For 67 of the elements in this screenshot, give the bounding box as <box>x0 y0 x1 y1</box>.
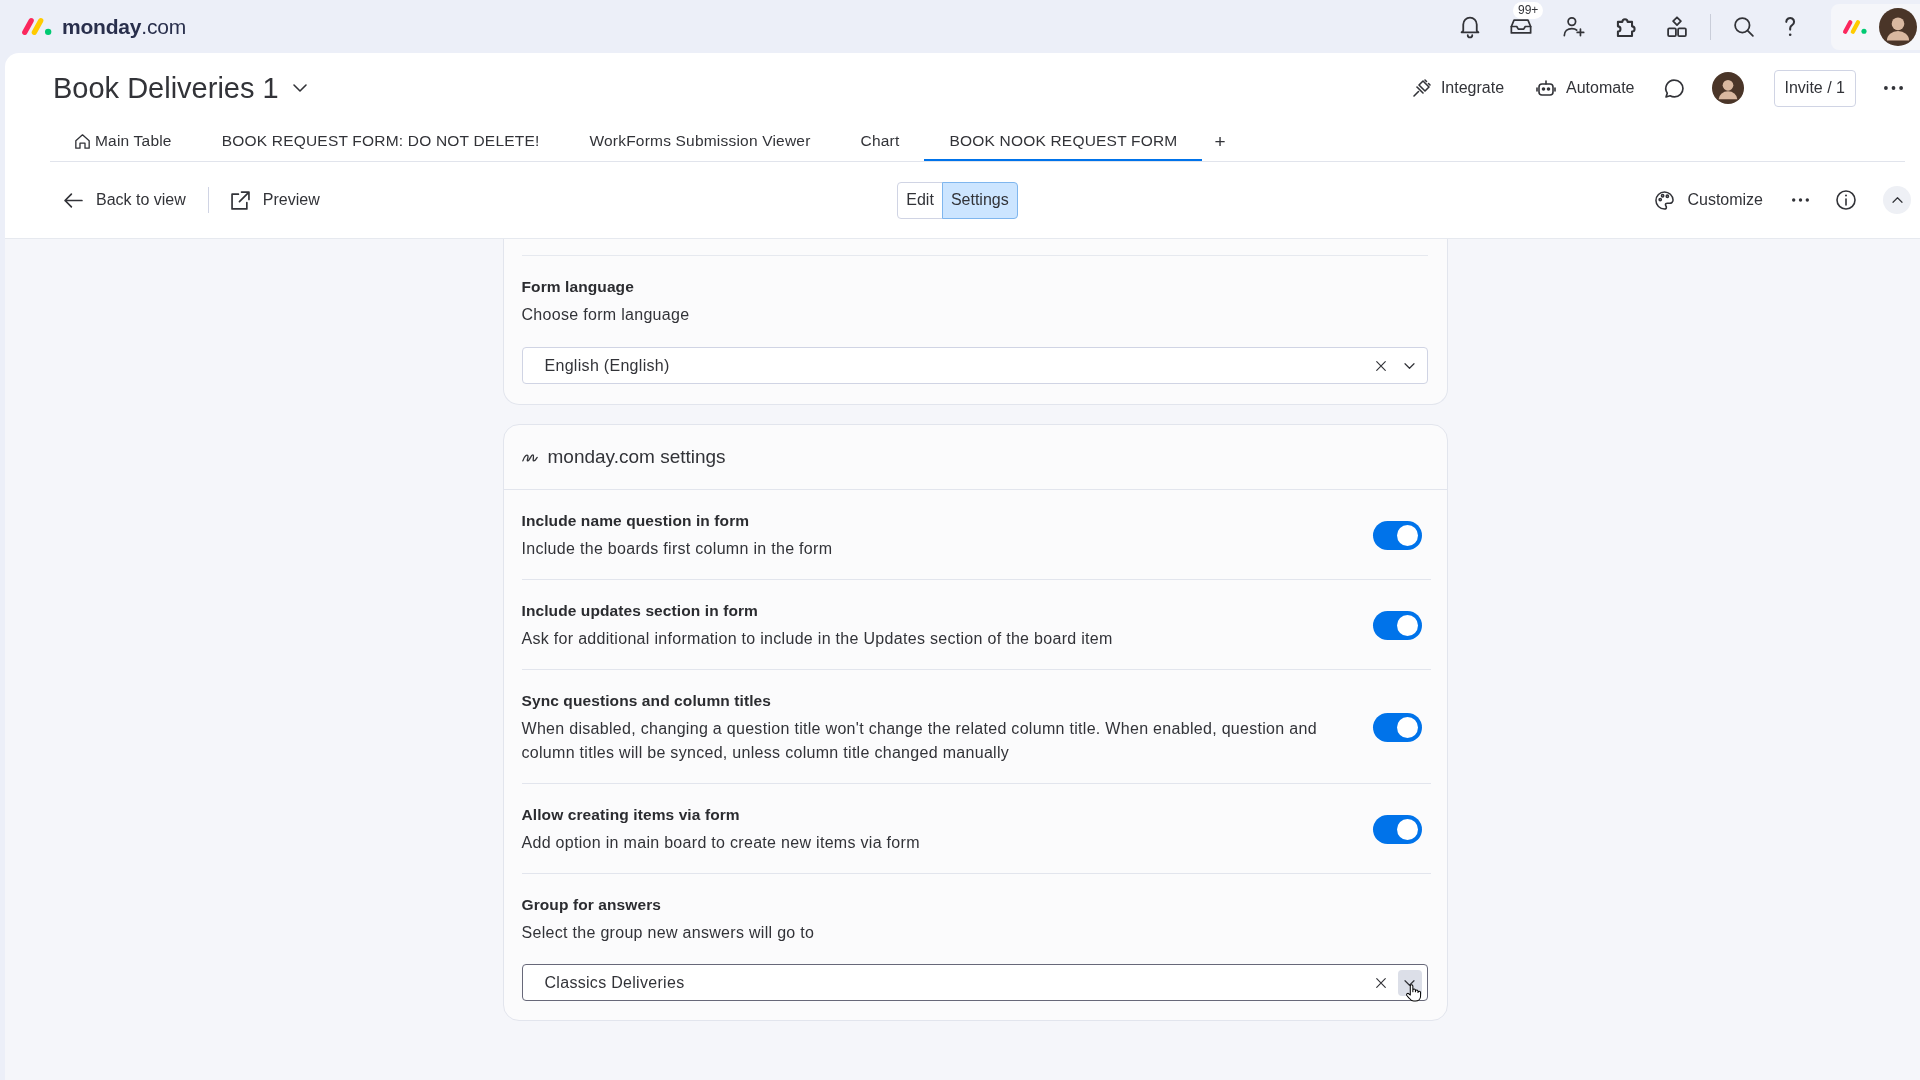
clear-icon[interactable] <box>1375 360 1386 371</box>
shapes-icon[interactable] <box>1667 15 1687 38</box>
bell-icon[interactable] <box>1461 15 1479 38</box>
info-icon[interactable] <box>1836 190 1856 210</box>
toggle-switch[interactable] <box>1372 611 1422 640</box>
inbox-icon[interactable] <box>1510 19 1532 34</box>
group-select[interactable]: Classics Deliveries <box>521 964 1428 1001</box>
external-link-icon <box>230 190 250 210</box>
back-button[interactable]: Back to view <box>62 191 188 209</box>
setting-description: Choose form language <box>521 305 691 325</box>
setting-description: Include the boards first column in the form <box>521 539 834 559</box>
loops-icon <box>521 452 538 462</box>
toggle-switch[interactable] <box>1372 521 1422 550</box>
search-icon[interactable] <box>1734 16 1754 37</box>
board-title[interactable]: Book Deliveries 1 <box>53 71 279 105</box>
robot-icon <box>1536 80 1557 96</box>
setting-title: Allow creating items via form <box>521 805 741 825</box>
help-icon[interactable] <box>1785 16 1796 37</box>
setting-description: Add option in main board to create new items via form <box>521 833 921 853</box>
chevron-down-icon <box>1404 362 1415 369</box>
clear-icon[interactable] <box>1375 977 1386 988</box>
setting-title: Include updates section in form <box>521 601 759 621</box>
integrate-button[interactable]: Integrate <box>1410 79 1507 97</box>
view-tab[interactable]: WorkForms Submission Viewer <box>564 123 836 161</box>
user-avatar[interactable] <box>1711 72 1744 104</box>
view-tab[interactable]: BOOK NOOK REQUEST FORM <box>924 123 1203 161</box>
add-person-icon[interactable] <box>1563 16 1585 37</box>
setting-title: Include name question in form <box>521 511 751 531</box>
language-select[interactable]: English (English) <box>521 347 1428 384</box>
logo-text[interactable]: monday.com <box>62 14 187 39</box>
setting-title: Group for answers <box>521 895 662 915</box>
setting-title: Form language <box>521 277 635 297</box>
puzzle-icon[interactable] <box>1616 16 1636 37</box>
chevron-down-icon <box>1404 979 1415 986</box>
customize-button[interactable]: Customize <box>1653 190 1765 210</box>
home-icon <box>75 133 90 149</box>
chevron-down-icon[interactable] <box>292 84 307 92</box>
hand-cursor-icon <box>1405 984 1421 1002</box>
toggle-switch[interactable] <box>1372 815 1422 844</box>
more-icon[interactable] <box>1884 86 1903 90</box>
setting-title: Sync questions and column titles <box>521 691 773 711</box>
toggle-switch[interactable] <box>1372 713 1422 742</box>
automate-button[interactable]: Automate <box>1534 79 1637 97</box>
add-view-button[interactable]: + <box>1202 123 1238 161</box>
palette-icon <box>1655 190 1675 210</box>
setting-description: When disabled, changing a question title won't change the related column title. When enabled, question and column titles will be synced, unless column title changed manually <box>521 719 1318 763</box>
speech-bubble-icon[interactable] <box>1664 78 1684 98</box>
account-button[interactable] <box>1831 3 1920 50</box>
section-title: monday.com settings <box>547 446 726 468</box>
view-tab[interactable]: BOOK REQUEST FORM: DO NOT DELETE! <box>196 123 565 161</box>
logo-icon[interactable] <box>22 18 52 35</box>
setting-description: Ask for additional information to include in the Updates section of the board item <box>521 629 1114 649</box>
invite-button[interactable]: Invite / 1 <box>1773 69 1856 107</box>
view-tab[interactable]: Main Table <box>50 123 197 161</box>
collapse-button[interactable] <box>1883 186 1911 214</box>
plug-icon <box>1412 79 1431 97</box>
back-arrow-icon <box>64 192 83 208</box>
view-tab[interactable]: Chart <box>835 123 925 161</box>
mode-toggle[interactable]: Edit <box>897 181 943 219</box>
notification-count: 99+ <box>1513 2 1544 19</box>
setting-description: Select the group new answers will go to <box>521 923 816 943</box>
logo-icon <box>1843 19 1867 34</box>
user-avatar <box>1879 7 1917 46</box>
preview-button[interactable]: Preview <box>228 190 322 210</box>
more-icon[interactable] <box>1792 198 1809 202</box>
chevron-up-icon <box>1891 197 1903 203</box>
mode-toggle[interactable]: Settings <box>941 181 1018 219</box>
